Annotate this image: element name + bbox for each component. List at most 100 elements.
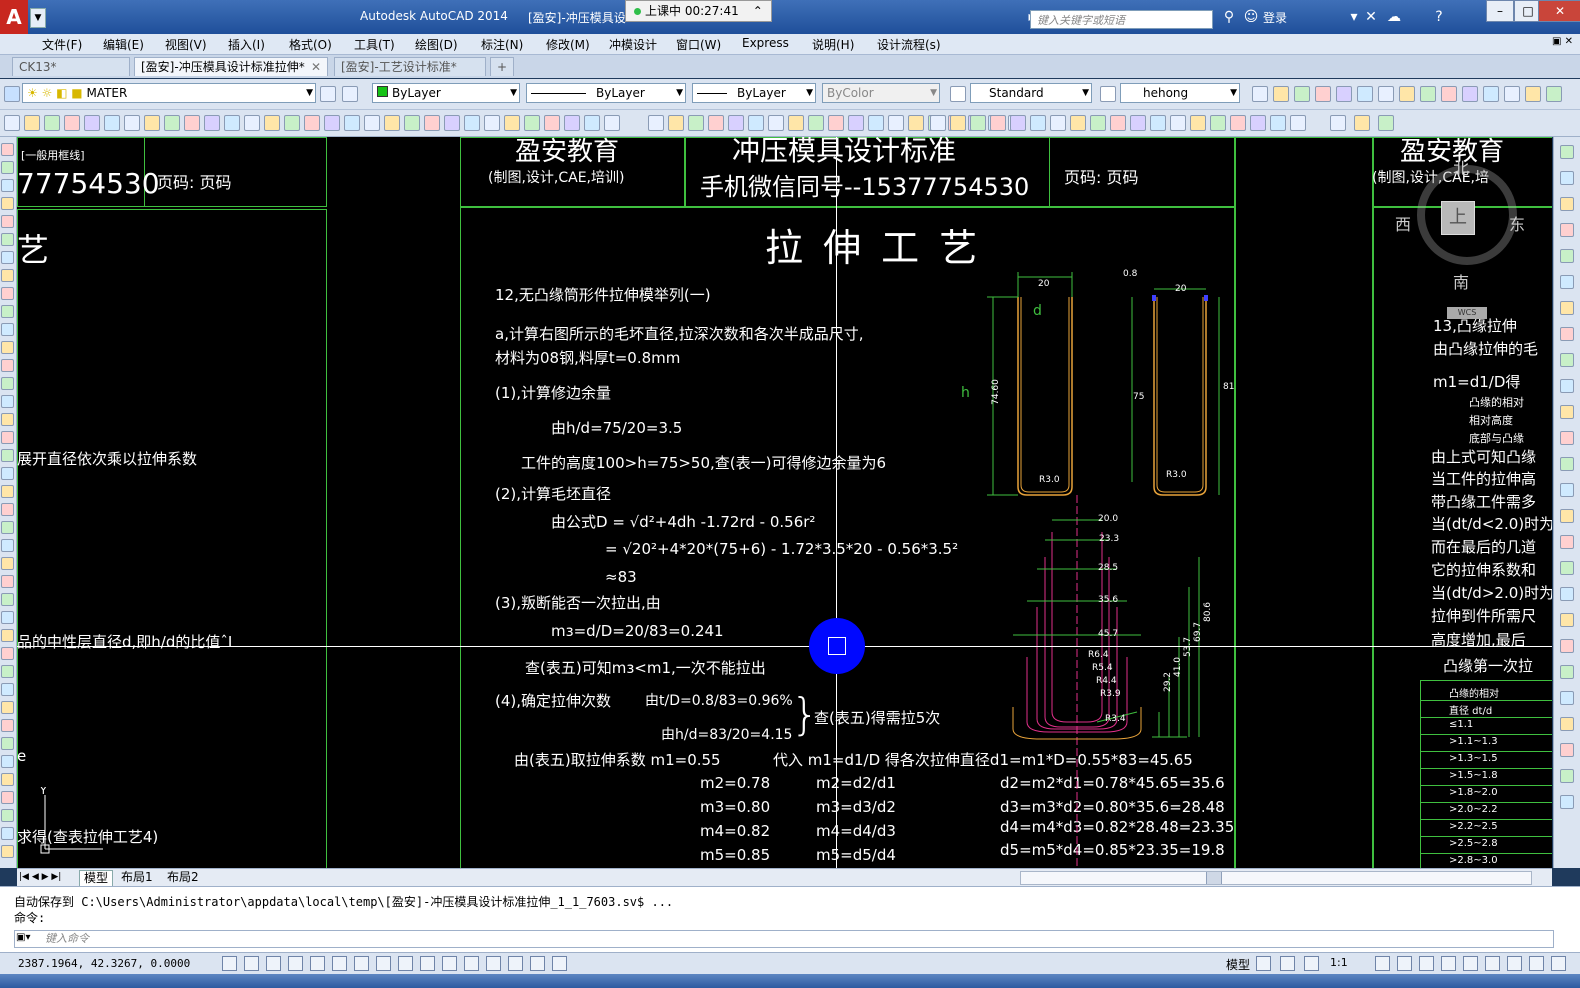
right-tool-icon[interactable] bbox=[1560, 795, 1574, 809]
menu-view[interactable]: 视图(V) bbox=[165, 36, 207, 53]
custom-command-icon[interactable] bbox=[464, 115, 480, 131]
command-line-icon[interactable]: ▣▾ bbox=[16, 932, 30, 943]
custom-command-icon[interactable] bbox=[344, 115, 360, 131]
toolbar-tool-icon[interactable] bbox=[1399, 86, 1415, 102]
left-tool-icon[interactable] bbox=[1, 323, 14, 336]
status-tray-icon[interactable] bbox=[1304, 956, 1319, 971]
die-design-tool-icon[interactable] bbox=[808, 115, 824, 131]
drawing-canvas[interactable]: [一般用框线] 77754530 页码: 页码 艺 展开直径依次乘以拉伸系数 品… bbox=[17, 137, 1552, 868]
die-design-tool-icon[interactable] bbox=[848, 115, 864, 131]
right-tool-icon[interactable] bbox=[1560, 379, 1574, 393]
status-tray-icon[interactable] bbox=[1529, 956, 1544, 971]
status-toggle-icon[interactable] bbox=[310, 956, 325, 971]
left-tool-icon[interactable] bbox=[1, 503, 14, 516]
left-tool-icon[interactable] bbox=[1, 233, 14, 246]
lineweight-dropdown[interactable]: ByLayer ▼ bbox=[692, 83, 816, 103]
toolbar-tool-icon[interactable] bbox=[1546, 86, 1562, 102]
left-tool-icon[interactable] bbox=[1, 341, 14, 354]
status-toggle-icon[interactable] bbox=[464, 956, 479, 971]
status-toggle-icon[interactable] bbox=[398, 956, 413, 971]
custom-command-icon[interactable] bbox=[504, 115, 520, 131]
tab-stamping-standard[interactable]: [盈安]-冲压模具设计标准拉伸* ✕ bbox=[134, 57, 328, 76]
restore-doc-icon[interactable]: ▣ ✕ bbox=[1552, 36, 1573, 47]
utility-tool-icon[interactable] bbox=[1010, 115, 1026, 131]
right-tool-icon[interactable] bbox=[1560, 613, 1574, 627]
status-tray-icon[interactable] bbox=[1280, 956, 1295, 971]
toolbar-tool-icon[interactable] bbox=[1357, 86, 1373, 102]
custom-command-icon[interactable] bbox=[584, 115, 600, 131]
left-tool-icon[interactable] bbox=[1, 845, 14, 858]
status-tray-icon[interactable] bbox=[1256, 956, 1271, 971]
left-tool-icon[interactable] bbox=[1, 539, 14, 552]
custom-command-icon[interactable] bbox=[244, 115, 260, 131]
left-tool-icon[interactable] bbox=[1, 719, 14, 732]
menu-window[interactable]: 窗口(W) bbox=[676, 36, 721, 53]
stamping-tool-icon[interactable] bbox=[1378, 115, 1394, 131]
utility-tool-icon[interactable] bbox=[1190, 115, 1206, 131]
plotstyle-dropdown[interactable]: ByColor ▼ bbox=[822, 83, 940, 103]
die-design-tool-icon[interactable] bbox=[708, 115, 724, 131]
left-tool-icon[interactable] bbox=[1, 683, 14, 696]
left-tool-icon[interactable] bbox=[1, 701, 14, 714]
left-tool-icon[interactable] bbox=[1, 395, 14, 408]
left-tool-icon[interactable] bbox=[1, 161, 14, 174]
status-toggle-icon[interactable] bbox=[420, 956, 435, 971]
left-tool-icon[interactable] bbox=[1, 215, 14, 228]
left-tool-icon[interactable] bbox=[1, 143, 14, 156]
utility-tool-icon[interactable] bbox=[1090, 115, 1106, 131]
custom-command-icon[interactable] bbox=[184, 115, 200, 131]
menu-insert[interactable]: 插入(I) bbox=[228, 36, 265, 53]
right-tool-icon[interactable] bbox=[1560, 353, 1574, 367]
right-tool-icon[interactable] bbox=[1560, 405, 1574, 419]
close-button[interactable]: ✕ bbox=[1538, 0, 1580, 22]
viewcube-west[interactable]: 西 bbox=[1395, 211, 1411, 235]
status-toggle-icon[interactable] bbox=[442, 956, 457, 971]
viewcube-north[interactable]: 北 bbox=[1453, 155, 1469, 179]
left-tool-icon[interactable] bbox=[1, 305, 14, 318]
left-tool-icon[interactable] bbox=[1, 665, 14, 678]
custom-command-icon[interactable] bbox=[144, 115, 160, 131]
status-toggle-icon[interactable] bbox=[354, 956, 369, 971]
right-tool-icon[interactable] bbox=[1560, 743, 1574, 757]
tab-layout2[interactable]: 布局2 bbox=[167, 870, 199, 885]
status-toggle-icon[interactable] bbox=[486, 956, 501, 971]
status-toggle-icon[interactable] bbox=[530, 956, 545, 971]
status-toggle-icon[interactable] bbox=[288, 956, 303, 971]
status-tray-icon[interactable] bbox=[1463, 956, 1478, 971]
utility-tool-icon[interactable] bbox=[1290, 115, 1306, 131]
menu-draw[interactable]: 绘图(D) bbox=[415, 36, 458, 53]
make-current-layer-icon[interactable] bbox=[320, 86, 336, 102]
coordinate-readout[interactable]: 2387.1964, 42.3267, 0.0000 bbox=[18, 957, 190, 970]
autocad-logo-icon[interactable]: A bbox=[0, 0, 28, 34]
stamping-tool-icon[interactable] bbox=[1354, 115, 1370, 131]
user-icon[interactable]: ☺ bbox=[1242, 8, 1260, 26]
menu-edit[interactable]: 编辑(E) bbox=[103, 36, 144, 53]
toolbar-tool-icon[interactable] bbox=[1525, 86, 1541, 102]
die-design-tool-icon[interactable] bbox=[668, 115, 684, 131]
layer-dropdown[interactable]: ☀ ☼ ◧ ■ MATER ▼ bbox=[22, 83, 316, 103]
horizontal-scrollbar[interactable] bbox=[1020, 871, 1532, 885]
right-tool-icon[interactable] bbox=[1560, 301, 1574, 315]
right-tool-icon[interactable] bbox=[1560, 665, 1574, 679]
menu-help[interactable]: 说明(H) bbox=[812, 36, 854, 53]
die-design-tool-icon[interactable] bbox=[768, 115, 784, 131]
right-tool-icon[interactable] bbox=[1560, 457, 1574, 471]
custom-command-icon[interactable] bbox=[84, 115, 100, 131]
custom-command-icon[interactable] bbox=[544, 115, 560, 131]
custom-command-icon[interactable] bbox=[404, 115, 420, 131]
left-tool-icon[interactable] bbox=[1, 647, 14, 660]
custom-command-icon[interactable] bbox=[164, 115, 180, 131]
die-design-tool-icon[interactable] bbox=[828, 115, 844, 131]
utility-tool-icon[interactable] bbox=[1210, 115, 1226, 131]
text-style-dropdown[interactable]: Standard ▼ bbox=[970, 83, 1092, 103]
viewcube-top-face[interactable]: 上 bbox=[1441, 201, 1475, 235]
left-tool-icon[interactable] bbox=[1, 359, 14, 372]
menu-express[interactable]: Express bbox=[742, 36, 789, 50]
utility-tool-icon[interactable] bbox=[990, 115, 1006, 131]
right-tool-icon[interactable] bbox=[1560, 327, 1574, 341]
custom-command-icon[interactable] bbox=[104, 115, 120, 131]
right-tool-icon[interactable] bbox=[1560, 197, 1574, 211]
wcs-menu[interactable]: WCS bbox=[1447, 307, 1487, 319]
color-dropdown[interactable]: ByLayer ▼ bbox=[372, 83, 520, 103]
right-tool-icon[interactable] bbox=[1560, 431, 1574, 445]
